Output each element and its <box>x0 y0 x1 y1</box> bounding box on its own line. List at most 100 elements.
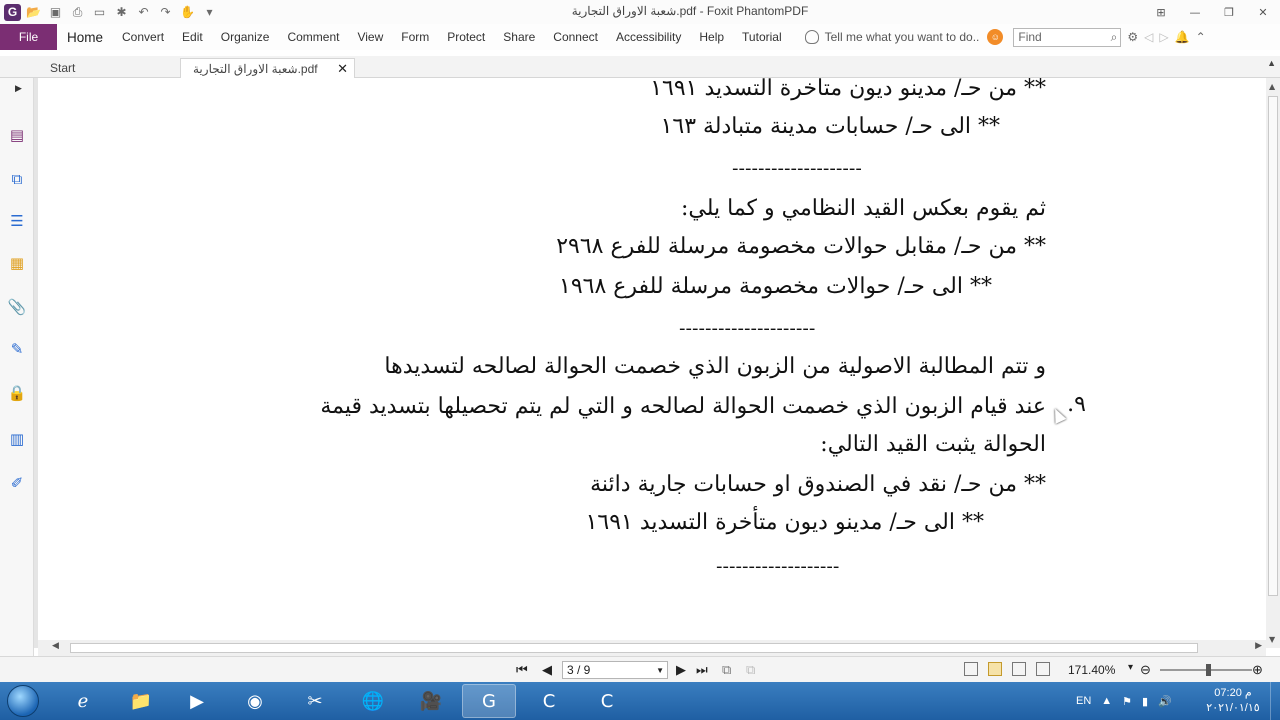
forward-icon[interactable]: ▷ <box>1159 30 1168 44</box>
tell-me-box[interactable]: Tell me what you want to do.. <box>804 30 979 44</box>
tab-tutorial[interactable]: Tutorial <box>733 24 791 50</box>
network-icon[interactable]: ▮ <box>1142 695 1148 708</box>
find-input[interactable]: Find ⌕ <box>1013 27 1122 47</box>
foxit-logo-icon[interactable]: G <box>4 3 21 21</box>
previous-view-icon[interactable]: ⧉ <box>722 662 731 678</box>
undo-icon[interactable]: ↶ <box>134 3 153 21</box>
tab-connect[interactable]: Connect <box>544 24 607 50</box>
feedback-icon[interactable]: ☺ <box>987 29 1004 45</box>
first-page-icon[interactable]: ⏮ <box>516 662 528 678</box>
tab-view[interactable]: View <box>348 24 392 50</box>
zoom-app-icon[interactable]: 🎥 <box>404 684 458 718</box>
foxit-taskbar-icon[interactable]: G <box>462 684 516 718</box>
document-page[interactable]: ** من حـ/ مدينو ديون متاخرة التسديد ١٦٩١… <box>38 78 1266 640</box>
print-icon[interactable]: ⎙ <box>68 3 87 21</box>
zoom-level[interactable]: 171.40% <box>1068 663 1115 677</box>
scroll-right-icon[interactable]: ▶ <box>1255 641 1262 651</box>
media-player-icon[interactable]: ▶ <box>170 684 224 718</box>
tab-protect[interactable]: Protect <box>438 24 494 50</box>
scroll-left-icon[interactable]: ◀ <box>52 641 59 651</box>
horizontal-scroll-thumb[interactable] <box>70 643 1198 653</box>
tag-icon[interactable]: ✐ <box>6 472 28 494</box>
network-app-icon[interactable]: 🌐 <box>346 684 400 718</box>
tab-accessibility[interactable]: Accessibility <box>607 24 690 50</box>
zoom-out-icon[interactable]: ⊖ <box>1140 662 1151 678</box>
previous-page-icon[interactable]: ◀ <box>542 662 552 678</box>
start-button[interactable] <box>3 683 43 719</box>
file-tab[interactable]: File <box>0 24 57 50</box>
tab-share[interactable]: Share <box>494 24 544 50</box>
zoom-dropdown-icon[interactable]: ▾ <box>1128 662 1133 673</box>
comments-icon[interactable]: ▦ <box>6 252 28 274</box>
back-icon[interactable]: ◁ <box>1144 30 1153 44</box>
tab-edit[interactable]: Edit <box>173 24 212 50</box>
facing-page-icon[interactable] <box>1012 662 1026 676</box>
close-button[interactable]: ✕ <box>1246 0 1280 24</box>
next-view-icon[interactable]: ⧉ <box>746 662 755 678</box>
taskbar-clock[interactable]: 07:20 م ٢٠٢١/٠١/١٥ <box>1196 686 1270 716</box>
vertical-scroll-thumb[interactable] <box>1268 96 1278 596</box>
bookmark-icon[interactable]: ▤ <box>6 124 28 146</box>
screenshot-icon[interactable]: ▭ <box>90 3 109 21</box>
scroll-up-icon[interactable]: ▲ <box>1269 82 1275 91</box>
page-number-field[interactable]: 3 / 9 ▼ <box>562 661 668 679</box>
status-bar: ⏮ ◀ 3 / 9 ▼ ▶ ⏭ ⧉ ⧉ 171.40% ▾ ⊖ ⊕ <box>0 656 1280 682</box>
customize-dropdown-icon[interactable]: ▾ <box>200 3 219 21</box>
tab-home[interactable]: Home <box>57 24 113 50</box>
zoom-slider[interactable] <box>1160 664 1252 676</box>
save-icon[interactable]: ▣ <box>46 3 65 21</box>
attachment-icon[interactable]: 📎 <box>6 296 28 318</box>
paint-icon[interactable]: ✂ <box>288 684 342 718</box>
signature-icon[interactable]: ✎ <box>6 338 28 360</box>
camtasia-green-icon[interactable]: C <box>522 684 576 718</box>
expand-panel-icon[interactable]: ▶ <box>15 84 22 94</box>
tab-convert[interactable]: Convert <box>113 24 173 50</box>
file-explorer-icon[interactable]: 📁 <box>114 684 168 718</box>
quick-access-toolbar: G 📂 ▣ ⎙ ▭ ✱ ↶ ↷ ✋ ▾ <box>0 0 219 24</box>
tab-start[interactable]: Start <box>38 58 180 78</box>
last-page-icon[interactable]: ⏭ <box>696 662 708 678</box>
horizontal-scrollbar[interactable]: ◀ ▶ <box>38 640 1266 656</box>
scroll-down-icon[interactable]: ▼ <box>1269 635 1275 644</box>
zoom-slider-knob[interactable] <box>1206 664 1211 676</box>
internet-explorer-icon[interactable]: ℯ <box>56 684 110 718</box>
language-indicator[interactable]: EN <box>1076 695 1091 707</box>
tab-scroll-icon[interactable]: ▲ <box>1267 58 1276 68</box>
hand-tool-icon[interactable]: ✋ <box>178 3 197 21</box>
open-folder-icon[interactable]: 📂 <box>24 3 43 21</box>
layout-icon[interactable]: ⊞ <box>1144 0 1178 24</box>
new-doc-icon[interactable]: ✱ <box>112 3 131 21</box>
content-icon[interactable]: ▥ <box>6 428 28 450</box>
tab-help[interactable]: Help <box>690 24 733 50</box>
bell-icon[interactable]: 🔔 <box>1175 30 1190 44</box>
tab-organize[interactable]: Organize <box>212 24 279 50</box>
vertical-scrollbar[interactable]: ▲ ▼ <box>1266 78 1280 648</box>
gear-icon[interactable]: ⚙ <box>1127 30 1138 44</box>
action-center-icon[interactable]: ⚑ <box>1122 695 1132 708</box>
lightbulb-icon <box>804 30 819 44</box>
tray-expand-icon[interactable]: ▲ <box>1101 695 1112 707</box>
minimize-button[interactable]: — <box>1178 0 1212 24</box>
chevron-up-icon[interactable]: ⌃ <box>1196 30 1206 44</box>
layers-icon[interactable]: ☰ <box>6 210 28 232</box>
zoom-in-icon[interactable]: ⊕ <box>1252 662 1263 678</box>
tab-document[interactable]: شعبة الاوراق التجارية.pdf ✕ <box>180 58 355 78</box>
search-icon[interactable]: ⌕ <box>1111 30 1118 45</box>
show-desktop-button[interactable] <box>1270 682 1280 720</box>
single-page-icon[interactable] <box>964 662 978 676</box>
tab-form[interactable]: Form <box>392 24 438 50</box>
restore-button[interactable]: ❐ <box>1212 0 1246 24</box>
chrome-icon[interactable]: ◉ <box>228 684 282 718</box>
close-tab-icon[interactable]: ✕ <box>337 61 348 77</box>
volume-icon[interactable]: 🔊 <box>1158 695 1172 708</box>
find-placeholder: Find <box>1018 30 1042 44</box>
continuous-page-icon[interactable] <box>988 662 1002 676</box>
pages-icon[interactable]: ⧉ <box>6 168 28 190</box>
continuous-facing-icon[interactable] <box>1036 662 1050 676</box>
redo-icon[interactable]: ↷ <box>156 3 175 21</box>
next-page-icon[interactable]: ▶ <box>676 662 686 678</box>
lock-icon[interactable]: 🔒 <box>6 382 28 404</box>
camtasia-orange-icon[interactable]: C <box>580 684 634 718</box>
tab-comment[interactable]: Comment <box>278 24 348 50</box>
chevron-down-icon[interactable]: ▼ <box>656 666 664 675</box>
